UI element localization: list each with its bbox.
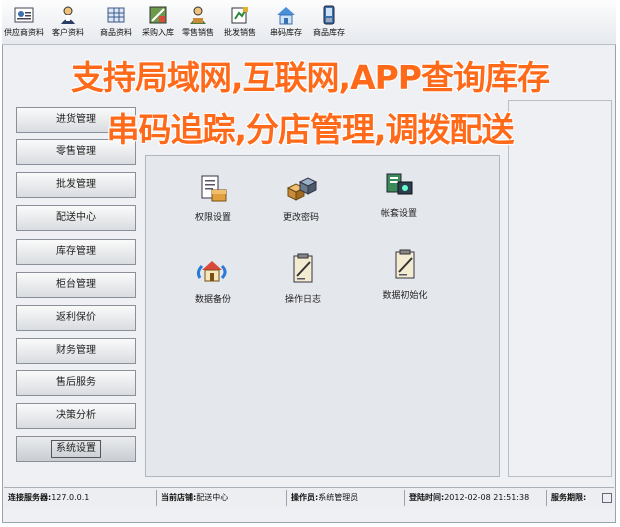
function-label: 更改密码 [282, 213, 319, 223]
status-bar: 连接服务器:127.0.0.1 当前店铺:配送中心 操作员:系统管理员 登陆时间… [4, 487, 614, 508]
right-info-panel [508, 100, 612, 477]
account-set-icon [386, 173, 413, 195]
nav-after-sales[interactable]: 售后服务 [16, 370, 136, 396]
toolbar-label: 采购入库 [142, 28, 174, 37]
supplier-card-icon [14, 7, 34, 23]
function-data-initialize[interactable]: 数据初始化 [370, 248, 440, 301]
promo-banner-line1: 支持局域网,互联网,APP查询库存 [71, 58, 550, 97]
function-label: 数据初始化 [382, 291, 428, 301]
function-label: 帐套设置 [380, 209, 417, 219]
toolbar-supplier-button[interactable]: 供应商资料 [2, 2, 46, 42]
toolbar-serial-stock-button[interactable]: 串码库存 [264, 2, 308, 42]
nav-inventory-management[interactable]: 库存管理 [16, 239, 136, 265]
toolbar-label: 客户资料 [52, 28, 84, 37]
customer-person-icon [61, 6, 75, 24]
nav-counter-management[interactable]: 柜台管理 [16, 272, 136, 298]
operation-log-note-icon [293, 253, 313, 283]
function-change-password[interactable]: 更改密码 [266, 174, 336, 223]
status-store-value: 配送中心 [196, 493, 229, 502]
toolbar-retail-button[interactable]: 零售销售 [176, 2, 220, 42]
status-store: 当前店铺:配送中心 [156, 490, 283, 506]
nav-system-settings[interactable]: 系统设置 [16, 436, 136, 462]
main-toolbar: 供应商资料 客户资料 商品资料 采购入库 零售销售 批发销售 串码库存 商品库存 [2, 0, 616, 45]
status-server: 连接服务器:127.0.0.1 [4, 490, 154, 506]
resize-grip-icon[interactable] [602, 493, 612, 503]
toolbar-customer-button[interactable]: 客户资料 [46, 2, 90, 42]
nav-label: 批发管理 [56, 179, 96, 190]
status-server-value: 127.0.0.1 [51, 493, 90, 502]
function-label: 操作日志 [284, 295, 321, 305]
permission-document-icon [201, 175, 227, 202]
status-operator-label: 操作员: [291, 493, 319, 502]
function-operation-log[interactable]: 操作日志 [268, 252, 338, 305]
toolbar-goods-button[interactable]: 商品资料 [94, 2, 138, 42]
status-operator-value: 系统管理员 [318, 493, 359, 502]
nav-label: 系统设置 [51, 440, 101, 458]
nav-wholesale-management[interactable]: 批发管理 [16, 172, 136, 198]
goods-stock-phone-icon [323, 5, 335, 25]
toolbar-label: 批发销售 [224, 28, 256, 37]
promo-banner-line2: 串码追踪,分店管理,调拨配送 [106, 110, 514, 149]
data-backup-house-icon [196, 261, 227, 282]
function-permission-settings[interactable]: 权限设置 [178, 174, 248, 223]
toolbar-wholesale-button[interactable]: 批发销售 [218, 2, 262, 42]
nav-label: 配送中心 [56, 212, 96, 223]
nav-label: 柜台管理 [56, 279, 96, 290]
toolbar-label: 商品资料 [100, 28, 132, 37]
toolbar-label: 零售销售 [182, 28, 214, 37]
status-expiry: 服务期限: [546, 490, 599, 506]
nav-label: 财务管理 [56, 345, 96, 356]
toolbar-purchase-button[interactable]: 采购入库 [136, 2, 180, 42]
status-server-label: 连接服务器: [8, 493, 52, 502]
status-login-value: 2012-02-08 21:51:38 [444, 493, 530, 502]
nav-finance-management[interactable]: 财务管理 [16, 338, 136, 364]
serial-stock-house-icon [277, 7, 295, 25]
function-data-backup[interactable]: 数据备份 [178, 256, 248, 305]
wholesale-icon [231, 7, 248, 24]
nav-label: 返利保价 [56, 312, 96, 323]
nav-label: 库存管理 [56, 246, 96, 257]
function-panel: 权限设置 更改密码 帐套设置 数据备份 操作日志 数据初始化 [145, 155, 500, 477]
toolbar-label: 串码库存 [270, 28, 302, 37]
function-label: 权限设置 [194, 213, 231, 223]
nav-label: 售后服务 [56, 377, 96, 388]
function-label: 数据备份 [194, 295, 231, 305]
status-login-label: 登陆时间: [409, 493, 445, 502]
data-init-note-icon [395, 249, 415, 279]
nav-distribution-center[interactable]: 配送中心 [16, 205, 136, 231]
change-password-cubes-icon [286, 177, 318, 201]
status-store-label: 当前店铺: [161, 493, 197, 502]
nav-rebate-price-protection[interactable]: 返利保价 [16, 305, 136, 331]
status-operator: 操作员:系统管理员 [286, 490, 403, 506]
function-account-settings[interactable]: 帐套设置 [364, 170, 434, 219]
purchase-in-icon [149, 6, 167, 24]
status-login-time: 登陆时间:2012-02-08 21:51:38 [404, 490, 545, 506]
retail-sale-icon [190, 6, 206, 24]
nav-decision-analysis[interactable]: 决策分析 [16, 403, 136, 429]
toolbar-label: 供应商资料 [4, 28, 44, 37]
toolbar-goods-stock-button[interactable]: 商品库存 [304, 2, 354, 42]
toolbar-label: 商品库存 [313, 28, 345, 37]
nav-label: 决策分析 [56, 410, 96, 421]
goods-grid-icon [107, 7, 125, 23]
status-expiry-label: 服务期限: [551, 493, 587, 502]
